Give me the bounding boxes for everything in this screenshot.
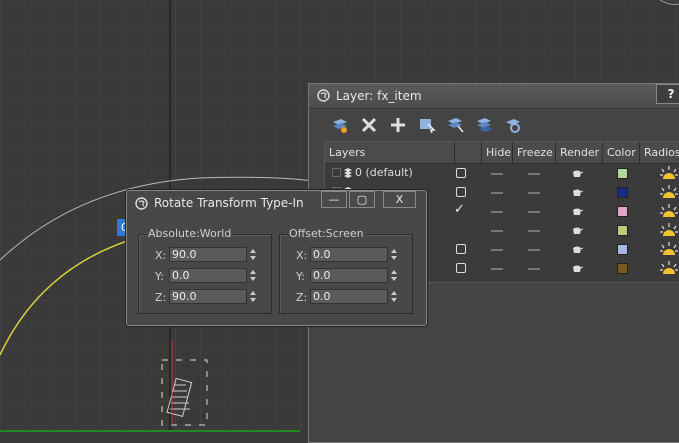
expand-toggle[interactable]: [332, 168, 341, 177]
off-y-field[interactable]: 0.0: [310, 268, 388, 283]
add-icon[interactable]: [387, 114, 409, 136]
col-hide[interactable]: Hide: [482, 142, 513, 163]
hide-toggle[interactable]: [491, 173, 503, 175]
maximize-button[interactable]: ▢: [349, 191, 375, 208]
teapot-render-icon[interactable]: [571, 187, 583, 197]
freeze-toggle[interactable]: [528, 173, 540, 175]
layer-name[interactable]: 0 (default): [355, 166, 413, 179]
hide-toggle[interactable]: [491, 230, 503, 232]
freeze-toggle[interactable]: [528, 211, 540, 213]
off-y-label: Y:: [296, 270, 305, 283]
hide-toggle[interactable]: [491, 192, 503, 194]
absolute-world-group: Absolute:World X: 90.0 Y: 0.0 Z: 90.0: [138, 227, 272, 314]
radiosity-sun-icon[interactable]: [660, 223, 678, 237]
abs-x-spinner[interactable]: [249, 247, 258, 262]
col-color[interactable]: Color: [603, 142, 640, 163]
active-layer-checkbox[interactable]: [456, 263, 466, 273]
teapot-render-icon[interactable]: [571, 263, 583, 273]
off-x-spinner[interactable]: [390, 247, 399, 262]
absolute-world-label: Absolute:World: [146, 227, 234, 240]
abs-z-label: Z:: [155, 291, 167, 304]
minimize-button[interactable]: —: [321, 191, 347, 208]
select-objects-icon[interactable]: [416, 114, 438, 136]
hide-toggle[interactable]: [491, 211, 503, 213]
col-render[interactable]: Render: [556, 142, 603, 163]
off-z-spinner[interactable]: [390, 289, 399, 304]
layer-color-swatch[interactable]: [617, 225, 628, 236]
hide-toggle[interactable]: [491, 268, 503, 270]
layer-row[interactable]: 0 (default): [325, 164, 679, 183]
layer-color-swatch[interactable]: [617, 187, 628, 198]
col-freeze[interactable]: Freeze: [513, 142, 556, 163]
off-y-spinner[interactable]: [390, 268, 399, 283]
abs-y-spinner[interactable]: [249, 268, 258, 283]
abs-x-field[interactable]: 90.0: [169, 247, 247, 262]
abs-z-spinner[interactable]: [249, 289, 258, 304]
active-layer-checkbox[interactable]: [456, 187, 466, 197]
rotate-dialog-title: Rotate Transform Type-In: [154, 196, 304, 210]
layer-color-swatch[interactable]: [617, 263, 628, 274]
layer-color-swatch[interactable]: [617, 244, 628, 255]
off-x-field[interactable]: 0.0: [310, 247, 388, 262]
hide-toggle[interactable]: [491, 249, 503, 251]
new-layer-icon[interactable]: [329, 114, 351, 136]
col-blank: [455, 142, 482, 163]
col-radiosity[interactable]: Radiosi: [640, 142, 679, 163]
off-x-label: X:: [296, 249, 308, 262]
layer-window-titlebar[interactable]: Layer: fx_item ?: [309, 84, 679, 109]
freeze-toggle[interactable]: [528, 192, 540, 194]
off-z-field[interactable]: 0.0: [310, 289, 388, 304]
abs-z-field[interactable]: 90.0: [169, 289, 247, 304]
hierarchy-icon[interactable]: [474, 114, 496, 136]
app-logo-icon: [317, 89, 330, 102]
highlight-layer-icon[interactable]: [445, 114, 467, 136]
radiosity-sun-icon[interactable]: [660, 185, 678, 199]
help-button[interactable]: ?: [656, 84, 679, 104]
abs-y-field[interactable]: 0.0: [169, 268, 247, 283]
rotate-dialog-titlebar[interactable]: Rotate Transform Type-In — ▢ X: [127, 191, 426, 215]
close-button[interactable]: X: [383, 191, 416, 208]
radiosity-sun-icon[interactable]: [660, 166, 678, 180]
radiosity-sun-icon[interactable]: [660, 204, 678, 218]
radiosity-sun-icon[interactable]: [660, 261, 678, 275]
teapot-render-icon[interactable]: [571, 206, 583, 216]
freeze-toggle[interactable]: [528, 249, 540, 251]
layer-window-title: Layer: fx_item: [336, 89, 422, 103]
active-layer-checkbox[interactable]: [456, 244, 466, 254]
app-logo-icon: [135, 197, 148, 210]
teapot-render-icon[interactable]: [571, 168, 583, 178]
off-z-label: Z:: [296, 291, 308, 304]
layer-stack-icon: [344, 168, 352, 178]
layer-settings-icon[interactable]: [503, 114, 525, 136]
radiosity-sun-icon[interactable]: [660, 242, 678, 256]
abs-x-label: X:: [155, 249, 167, 262]
abs-y-label: Y:: [155, 270, 164, 283]
layer-color-swatch[interactable]: [617, 206, 628, 217]
offset-screen-group: Offset:Screen X: 0.0 Y: 0.0 Z: 0.0: [279, 227, 413, 314]
delete-icon[interactable]: [358, 114, 380, 136]
teapot-render-icon[interactable]: [571, 244, 583, 254]
current-layer-check-icon[interactable]: ✓: [454, 202, 465, 217]
active-layer-checkbox[interactable]: [456, 168, 466, 178]
offset-screen-label: Offset:Screen: [287, 227, 366, 240]
freeze-toggle[interactable]: [528, 268, 540, 270]
freeze-toggle[interactable]: [528, 230, 540, 232]
rotate-transform-dialog[interactable]: Rotate Transform Type-In — ▢ X Absolute:…: [126, 190, 427, 326]
col-layers[interactable]: Layers: [325, 142, 455, 163]
teapot-render-icon[interactable]: [571, 225, 583, 235]
layer-list-header: Layers Hide Freeze Render Color Radiosi: [325, 142, 679, 164]
layer-color-swatch[interactable]: [617, 168, 628, 179]
